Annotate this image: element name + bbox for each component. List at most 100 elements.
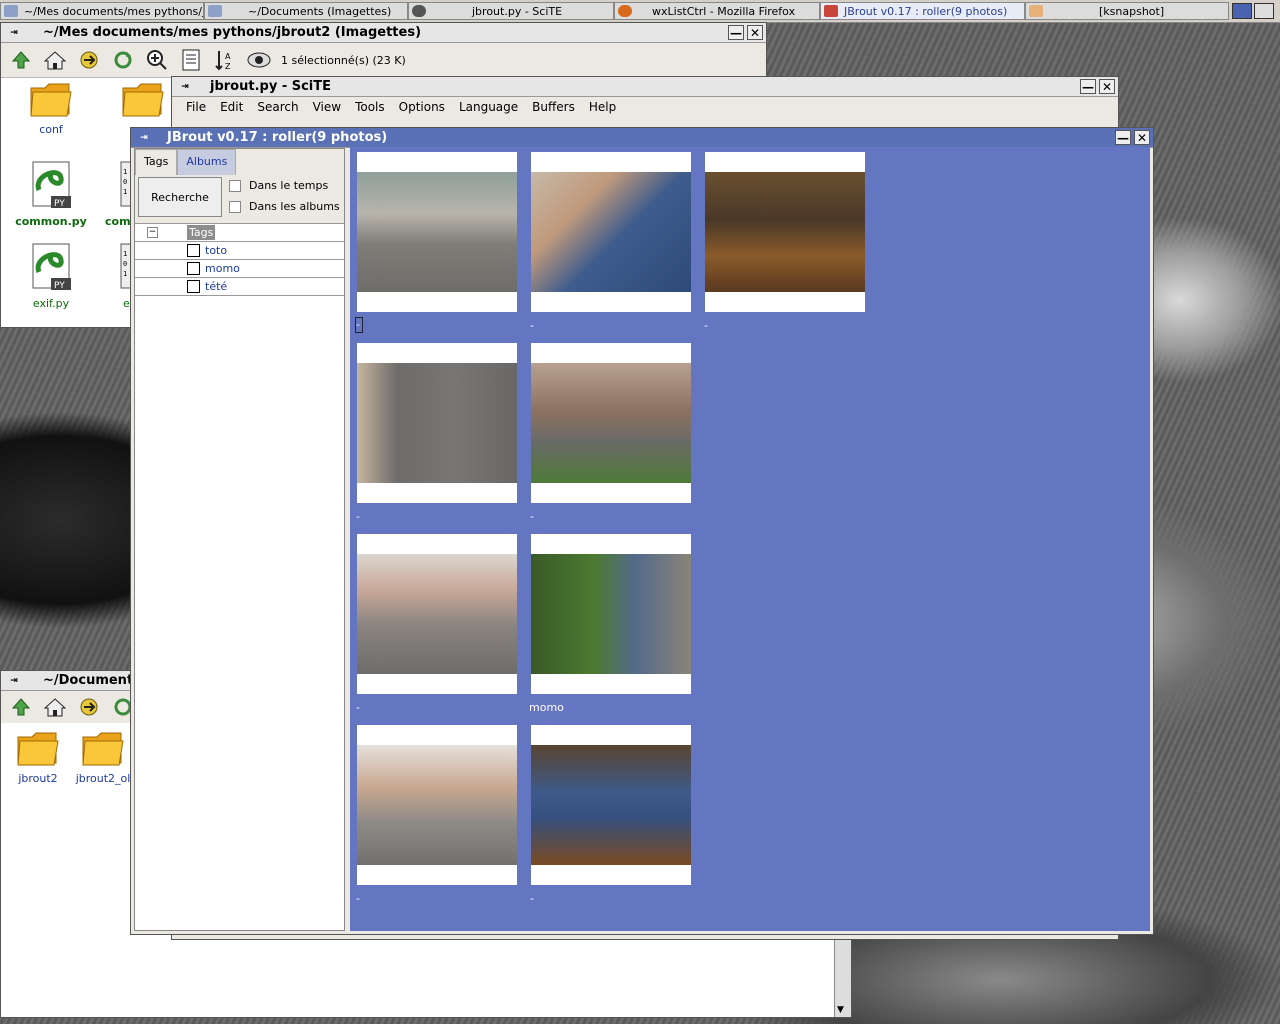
scroll-down-arrow-icon[interactable]: ▼ [837,1005,844,1015]
menu-options[interactable]: Options [399,100,445,114]
binary-file-icon: 1 0 1 [120,161,134,207]
tag-row[interactable]: toto [135,242,344,260]
photo-image [531,172,691,292]
close-button[interactable]: ✕ [1134,130,1150,145]
svg-text:1: 1 [123,168,127,176]
desktop-2-button[interactable] [1254,3,1274,19]
option-label: Dans le temps [249,179,329,192]
task-label: wxListCtrl - Mozilla Firefox [652,4,796,18]
option-in-time[interactable]: Dans le temps [229,179,328,192]
scrollbar[interactable]: ▼ [834,939,851,1017]
scite-titlebar[interactable]: ⇥ jbrout.py - SciTE — ✕ [172,77,1118,97]
up-arrow-icon[interactable] [9,48,33,72]
tree-root[interactable]: − Tags [135,223,344,242]
zoom-in-icon[interactable] [145,48,169,72]
svg-text:1: 1 [123,270,127,278]
photo-thumbnail[interactable] [531,152,691,312]
pin-icon[interactable]: ⇥ [135,131,153,145]
task-scite[interactable]: jbrout.py - SciTE [408,2,614,20]
photo-caption: - [356,892,360,905]
task-ksnapshot[interactable]: [ksnapshot] [1025,2,1229,20]
checkbox[interactable] [229,179,241,192]
collapse-icon[interactable]: − [147,227,158,238]
window-title: JBrout v0.17 : roller(9 photos) [167,130,388,145]
back-icon[interactable] [77,48,101,72]
photo-thumbnail[interactable] [531,534,691,694]
checkbox[interactable] [229,200,241,213]
pin-icon[interactable]: ⇥ [176,80,194,94]
minimize-button[interactable]: — [728,25,744,40]
task-jbrout[interactable]: JBrout v0.17 : roller(9 photos) [820,2,1025,20]
tab-tags[interactable]: Tags [135,149,178,175]
photo-caption: - [355,317,363,333]
menu-tools[interactable]: Tools [355,100,385,114]
photo-thumbnail[interactable] [357,534,517,694]
photo-image [357,363,517,483]
task-label: ~/Documents (Imagettes) [248,4,392,18]
tag-label: tété [205,280,228,293]
photo-caption: - [704,319,708,332]
photo-thumbnail[interactable] [357,152,517,312]
python-file-icon: PY [32,161,71,209]
filemanager-toolbar: AZ 1 sélectionné(s) (23 K) [1,43,766,78]
tab-albums[interactable]: Albums [177,149,237,175]
binary-file-icon: 1 0 1 [120,243,134,289]
close-button[interactable]: ✕ [1099,79,1115,94]
tag-label: toto [205,244,228,257]
view-list-icon[interactable] [179,48,203,72]
photo-image [531,554,691,674]
task-firefox[interactable]: wxListCtrl - Mozilla Firefox [614,2,820,20]
jbrout-titlebar[interactable]: ⇥ JBrout v0.17 : roller(9 photos) — ✕ [131,128,1153,148]
menu-language[interactable]: Language [459,100,518,114]
menu-help[interactable]: Help [589,100,616,114]
home-icon[interactable] [43,695,67,719]
back-icon[interactable] [77,695,101,719]
menu-file[interactable]: File [186,100,206,114]
photo-caption: - [356,701,360,714]
pin-icon[interactable]: ⇥ [5,674,23,688]
photo-image [531,745,691,865]
up-arrow-icon[interactable] [9,695,33,719]
menu-search[interactable]: Search [257,100,298,114]
file-label: exif.py [32,297,70,310]
menu-buffers[interactable]: Buffers [532,100,575,114]
menu-view[interactable]: View [313,100,341,114]
photo-thumbnail[interactable] [531,343,691,503]
task-filemanager-documents[interactable]: ~/Documents (Imagettes) [204,2,408,20]
reload-icon[interactable] [111,48,135,72]
photo-image [357,554,517,674]
minimize-button[interactable]: — [1115,130,1131,145]
option-in-albums[interactable]: Dans les albums [229,200,340,213]
jbrout-window: ⇥ JBrout v0.17 : roller(9 photos) — ✕ Ta… [130,127,1154,935]
tag-row[interactable]: momo [135,260,344,278]
preview-eye-icon[interactable] [247,48,271,72]
file-item[interactable]: conf [11,78,91,136]
tag-checkbox[interactable] [187,280,200,293]
file-item[interactable]: PY exif.py [11,242,91,310]
desktop-1-button[interactable] [1232,3,1252,19]
task-label: JBrout v0.17 : roller(9 photos) [844,4,1008,18]
pin-icon[interactable]: ⇥ [5,26,23,40]
search-button[interactable]: Recherche [138,177,222,217]
folder-icon [122,83,164,117]
file-item[interactable]: PY common.py [11,160,91,228]
python-file-icon: PY [32,243,71,291]
tag-checkbox[interactable] [187,244,200,257]
task-label: ~/Mes documents/mes pythons/j [24,4,204,18]
close-button[interactable]: ✕ [747,25,763,40]
home-icon[interactable] [43,48,67,72]
photo-caption: - [530,510,534,523]
photo-thumbnail[interactable] [705,152,865,312]
tag-row[interactable]: tété [135,278,344,296]
minimize-button[interactable]: — [1080,79,1096,94]
photo-thumbnail[interactable] [357,725,517,885]
tag-checkbox[interactable] [187,262,200,275]
svg-text:0: 0 [123,178,127,186]
photo-thumbnail[interactable] [357,343,517,503]
file-label: common.py [15,215,87,228]
filemanager-top-titlebar[interactable]: ⇥ ~/Mes documents/mes pythons/jbrout2 (I… [1,23,766,43]
task-filemanager-jbrout2[interactable]: ~/Mes documents/mes pythons/j [0,2,204,20]
photo-thumbnail[interactable] [531,725,691,885]
menu-edit[interactable]: Edit [220,100,243,114]
sort-icon[interactable]: AZ [213,48,237,72]
